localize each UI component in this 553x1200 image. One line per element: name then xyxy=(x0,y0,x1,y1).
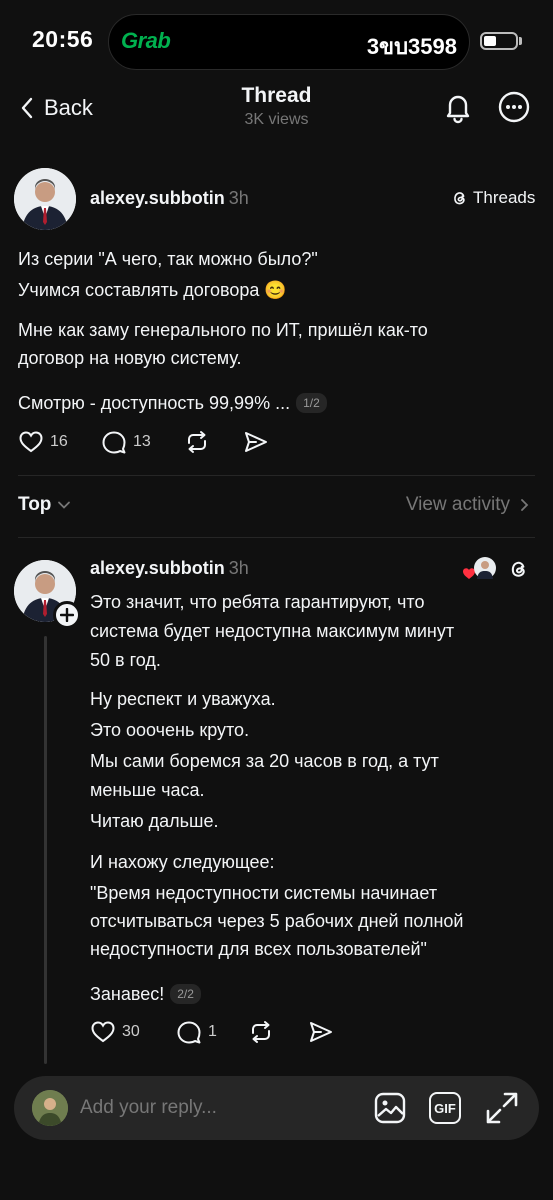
reply-closing-line: Занавес! xyxy=(90,984,165,1004)
chevron-right-icon xyxy=(521,499,529,511)
sort-dropdown[interactable]: Top xyxy=(18,494,71,516)
reply-body-line: Занавес! 2/2 xyxy=(90,980,201,1009)
expand-composer-button[interactable] xyxy=(485,1091,519,1130)
like-count: 16 xyxy=(50,433,68,450)
reply-comment-count: 1 xyxy=(208,1023,217,1040)
bell-icon xyxy=(446,95,470,124)
reply-body-line: Это ооочень круто. xyxy=(90,720,250,740)
author-avatar[interactable] xyxy=(14,168,76,230)
threads-source-link[interactable]: Threads xyxy=(451,188,535,208)
divider xyxy=(18,475,535,476)
heart-icon xyxy=(19,431,43,453)
post-body-teaser: Смотрю - доступность 99,99% ... xyxy=(18,393,291,413)
comment-count: 13 xyxy=(133,433,151,450)
reply-like-count: 30 xyxy=(122,1023,140,1040)
like-button[interactable]: 16 xyxy=(18,430,68,454)
repost-button[interactable] xyxy=(184,430,210,454)
reply-body-line: меньше часа. xyxy=(90,780,205,800)
image-icon xyxy=(374,1092,406,1124)
repost-icon xyxy=(252,1021,270,1043)
reply-body-line: Это значит, что ребята гарантируют, что xyxy=(90,592,425,612)
license-plate: 3ขบ3598 xyxy=(366,34,457,59)
more-options-button[interactable] xyxy=(497,90,531,124)
battery-icon xyxy=(480,32,518,50)
author-username-text: alexey.subbotin xyxy=(90,188,225,208)
attach-image-button[interactable] xyxy=(373,1091,407,1130)
gif-button[interactable]: GIF xyxy=(429,1092,461,1124)
sort-label: Top xyxy=(18,494,52,515)
post-body-line: Учимся составлять договора 😊 xyxy=(18,280,287,300)
current-user-avatar-image xyxy=(32,1090,68,1126)
reply-body-line: недоступности для всех пользователей" xyxy=(90,939,427,959)
reply-body-line: Мы сами боремся за 20 часов в год, а тут xyxy=(90,751,439,771)
status-bar: 20:56 Grab 3ขบ3598 xyxy=(0,0,553,80)
reply-repost-button[interactable] xyxy=(248,1020,274,1044)
view-activity-link[interactable]: View activity xyxy=(406,494,529,516)
follow-button[interactable] xyxy=(53,601,81,629)
author-username[interactable]: alexey.subbotin 3h xyxy=(90,188,249,209)
post-body-line: Смотрю - доступность 99,99% ... 1/2 xyxy=(18,389,327,418)
notification-bell-button[interactable] xyxy=(441,90,475,124)
current-user-avatar xyxy=(32,1090,68,1126)
reply-body-line: "Время недоступности системы начинает xyxy=(90,883,438,903)
gif-label: GIF xyxy=(434,1100,456,1116)
post-body-line: Мне как заму генерального по ИТ, пришёл … xyxy=(18,320,428,340)
status-time: 20:56 xyxy=(32,26,94,52)
comment-icon xyxy=(177,1021,201,1044)
expand-icon xyxy=(486,1092,518,1124)
reply-comment-button[interactable]: 1 xyxy=(176,1020,217,1044)
reply-body-line: система будет недоступна максимум минут xyxy=(90,621,455,641)
comment-icon xyxy=(102,431,126,454)
post-body-line: Из серии "А чего, так можно было?" xyxy=(18,249,318,269)
author-avatar-image xyxy=(14,168,76,230)
send-icon xyxy=(245,432,267,452)
divider xyxy=(18,537,535,538)
view-activity-label: View activity xyxy=(405,494,510,515)
repost-icon xyxy=(188,431,206,453)
dynamic-island[interactable]: Grab 3ขบ3598 xyxy=(108,14,470,70)
post-pager-badge: 1/2 xyxy=(296,393,327,413)
reply-composer[interactable]: Add your reply... GIF xyxy=(14,1076,539,1140)
threads-logo-icon xyxy=(454,192,465,205)
comment-button[interactable]: 13 xyxy=(101,430,151,454)
reply-body-line: Ну респект и уважуха. xyxy=(90,689,276,709)
more-icon xyxy=(498,91,530,123)
share-button[interactable] xyxy=(243,430,269,454)
reply-body-line: 50 в год. xyxy=(90,650,161,670)
plus-icon xyxy=(60,608,74,622)
reply-like-button[interactable]: 30 xyxy=(90,1020,140,1044)
threads-logo-icon xyxy=(511,561,525,577)
thread-connector-line xyxy=(44,636,47,1064)
reply-author-username[interactable]: alexey.subbotin 3h xyxy=(90,558,249,579)
reply-body-line: отсчитываться через 5 рабочих дней полно… xyxy=(90,911,464,931)
reply-pager-badge: 2/2 xyxy=(170,984,201,1004)
send-icon xyxy=(310,1022,332,1042)
reply-body-line: И нахожу следующее: xyxy=(90,852,275,872)
reply-time: 3h xyxy=(228,558,249,578)
heart-icon xyxy=(91,1021,115,1043)
reply-share-button[interactable] xyxy=(308,1020,334,1044)
chevron-down-icon xyxy=(58,501,71,509)
reply-input[interactable]: Add your reply... xyxy=(80,1097,217,1119)
threads-source-label: Threads xyxy=(473,188,536,207)
liked-by-author-indicator xyxy=(462,557,498,583)
post-time: 3h xyxy=(228,188,249,208)
battery-tip xyxy=(519,37,522,45)
liker-avatar xyxy=(474,557,496,579)
threads-reply-link[interactable] xyxy=(508,558,530,585)
reply-body-line: Читаю дальше. xyxy=(90,811,219,831)
reply-username-text: alexey.subbotin xyxy=(90,558,225,578)
grab-logo: Grab xyxy=(121,28,171,53)
post-body-line: договор на новую систему. xyxy=(18,348,242,368)
